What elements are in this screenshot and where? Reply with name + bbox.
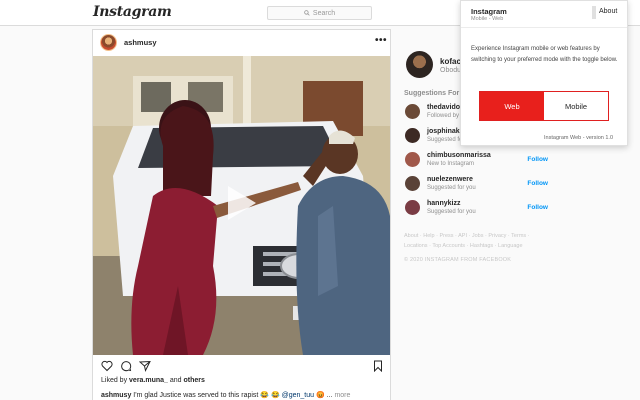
post-video[interactable] [93,56,390,355]
copyright-text: © 2020 INSTAGRAM FROM FACEBOOK [404,257,512,263]
extension-popup: Instagram Mobile - Web About Experience … [460,0,628,146]
bookmark-icon[interactable] [372,360,384,372]
follow-button[interactable]: Follow [527,180,548,187]
caption-mention[interactable]: @gen_tuu [282,392,314,399]
suggestion-avatar[interactable] [405,176,420,191]
suggestion-subtitle: Followed by [427,113,460,119]
popup-header-divider [592,6,596,19]
liked-by-text: Liked by vera.muna_ and others [101,377,205,384]
mobile-mode-button[interactable]: Mobile [544,92,608,120]
suggestion-avatar[interactable] [405,128,420,143]
current-user-name[interactable]: kofac [440,57,461,66]
current-user-fullname: Obodu [440,67,462,74]
instagram-logo[interactable]: Instagram [93,4,172,20]
caption-username[interactable]: ashmusy [101,392,131,399]
post-actions-bar [93,358,390,376]
mode-toggle[interactable]: Web Mobile [479,91,609,121]
suggestion-subtitle: Suggested for you [427,209,476,215]
post-header: ashmusy ••• [93,30,390,56]
search-input[interactable]: Search [267,6,372,20]
post-caption: ashmusy I'm glad Justice was served to t… [101,391,350,399]
play-icon[interactable] [226,184,258,222]
suggestion-item: chimbusonmarissa New to Instagram Follow [405,150,548,170]
caption-text: I'm glad Justice was served to this rapi… [131,392,282,399]
feed-post: ashmusy ••• Liked by vera.muna_ and othe… [92,29,391,400]
footer-links[interactable]: About · Help · Press · API · Jobs · Priv… [404,231,544,251]
current-user-avatar[interactable] [406,51,433,78]
suggestion-username[interactable]: josphinak [427,128,460,135]
suggestion-item: hannykizz Suggested for you Follow [405,198,548,218]
caption-tail: 😡 ... [314,392,335,399]
search-placeholder: Search [312,9,336,17]
suggestion-avatar[interactable] [405,200,420,215]
suggestion-subtitle: New to Instagram [427,161,475,167]
suggestion-username[interactable]: thedavido [427,104,460,111]
popup-description: Experience Instagram mobile or web featu… [471,46,618,63]
suggestion-avatar[interactable] [405,152,420,167]
suggestion-avatar[interactable] [405,104,420,119]
popup-subtitle: Mobile - Web [471,16,504,22]
suggestion-subtitle: Suggested fo [427,137,463,143]
suggestion-username[interactable]: nuelezenwere [427,176,473,183]
liked-user-link[interactable]: vera.muna_ [129,377,168,384]
post-options-button[interactable]: ••• [375,35,387,46]
heart-icon[interactable] [101,360,113,372]
suggestion-username[interactable]: chimbusonmarissa [427,152,491,159]
post-author-username[interactable]: ashmusy [124,38,157,47]
popup-title: Instagram [471,7,507,16]
about-button[interactable]: About [599,8,617,15]
suggestion-username[interactable]: hannykizz [427,200,460,207]
suggestion-subtitle: Suggested for you [427,185,476,191]
share-icon[interactable] [139,360,151,372]
popup-header: Instagram Mobile - Web About [461,1,627,28]
liked-and: and [167,377,184,384]
suggestion-item: nuelezenwere Suggested for you Follow [405,174,548,194]
follow-button[interactable]: Follow [527,204,548,211]
caption-more-link[interactable]: more [334,392,350,399]
liked-others-link[interactable]: others [184,377,205,384]
popup-version: Instagram Web - version 1.0 [544,135,613,141]
web-mode-button[interactable]: Web [480,92,544,120]
suggestions-heading: Suggestions For [404,90,460,97]
follow-button[interactable]: Follow [527,156,548,163]
search-icon [304,10,310,16]
liked-prefix: Liked by [101,377,130,384]
post-author-avatar[interactable] [100,34,117,51]
comment-icon[interactable] [120,360,132,372]
